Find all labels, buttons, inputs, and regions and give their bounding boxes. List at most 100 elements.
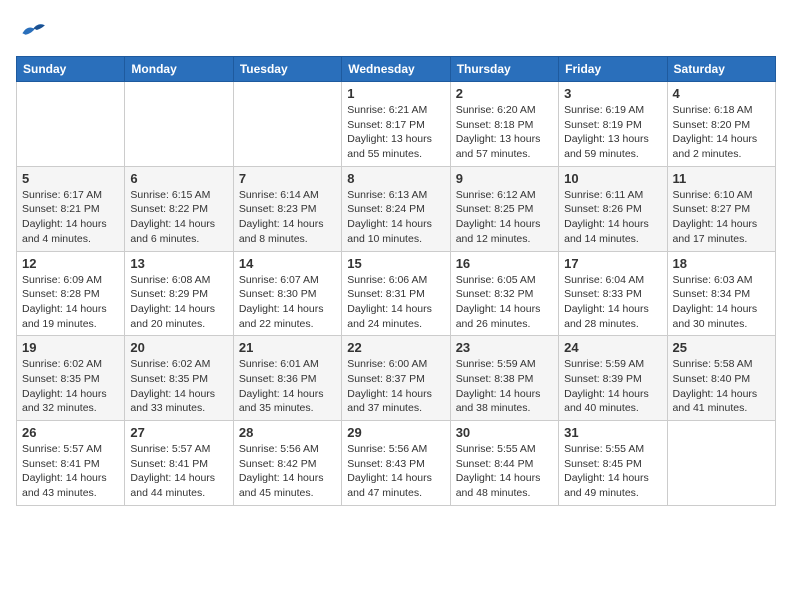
day-number: 31 xyxy=(564,425,661,440)
day-info: Sunrise: 6:09 AMSunset: 8:28 PMDaylight:… xyxy=(22,273,119,332)
calendar-cell: 26 Sunrise: 5:57 AMSunset: 8:41 PMDayligh… xyxy=(17,421,125,506)
calendar-cell: 30 Sunrise: 5:55 AMSunset: 8:44 PMDayligh… xyxy=(450,421,558,506)
day-number: 24 xyxy=(564,340,661,355)
calendar-header-thursday: Thursday xyxy=(450,57,558,82)
day-info: Sunrise: 6:07 AMSunset: 8:30 PMDaylight:… xyxy=(239,273,336,332)
calendar-cell: 1Sunrise: 6:21 AMSunset: 8:17 PMDaylight… xyxy=(342,82,450,167)
day-number: 25 xyxy=(673,340,770,355)
day-number: 26 xyxy=(22,425,119,440)
calendar-cell xyxy=(125,82,233,167)
day-info: Sunrise: 6:20 AMSunset: 8:18 PMDaylight:… xyxy=(456,103,553,162)
calendar-cell: 19Sunrise: 6:02 AMSunset: 8:35 PMDayligh… xyxy=(17,336,125,421)
calendar-table: SundayMondayTuesdayWednesdayThursdayFrid… xyxy=(16,56,776,506)
day-info: Sunrise: 6:00 AMSunset: 8:37 PMDaylight:… xyxy=(347,357,444,416)
day-number: 18 xyxy=(673,256,770,271)
day-info: Sunrise: 5:55 AMSunset: 8:44 PMDaylight:… xyxy=(456,442,553,501)
calendar-cell: 12 Sunrise: 6:09 AMSunset: 8:28 PMDayligh… xyxy=(17,251,125,336)
day-number: 6 xyxy=(130,171,227,186)
day-info: Sunrise: 6:03 AMSunset: 8:34 PMDaylight:… xyxy=(673,273,770,332)
day-number: 15 xyxy=(347,256,444,271)
calendar-week-row: 1Sunrise: 6:21 AMSunset: 8:17 PMDaylight… xyxy=(17,82,776,167)
logo-icon xyxy=(16,16,48,44)
calendar-cell: 2 Sunrise: 6:20 AMSunset: 8:18 PMDaylight… xyxy=(450,82,558,167)
day-info: Sunrise: 6:17 AMSunset: 8:21 PMDaylight:… xyxy=(22,188,119,247)
day-number: 30 xyxy=(456,425,553,440)
day-info: Sunrise: 6:18 AMSunset: 8:20 PMDaylight:… xyxy=(673,103,770,162)
day-number: 20 xyxy=(130,340,227,355)
day-info: Sunrise: 6:21 AMSunset: 8:17 PMDaylight:… xyxy=(347,103,444,162)
calendar-header-saturday: Saturday xyxy=(667,57,775,82)
day-info: Sunrise: 6:04 AMSunset: 8:33 PMDaylight:… xyxy=(564,273,661,332)
day-number: 7 xyxy=(239,171,336,186)
calendar-cell: 14 Sunrise: 6:07 AMSunset: 8:30 PMDayligh… xyxy=(233,251,341,336)
day-number: 22 xyxy=(347,340,444,355)
calendar-cell: 21 Sunrise: 6:01 AMSunset: 8:36 PMDayligh… xyxy=(233,336,341,421)
day-info: Sunrise: 5:58 AMSunset: 8:40 PMDaylight:… xyxy=(673,357,770,416)
calendar-cell: 23 Sunrise: 5:59 AMSunset: 8:38 PMDayligh… xyxy=(450,336,558,421)
day-number: 27 xyxy=(130,425,227,440)
day-info: Sunrise: 6:08 AMSunset: 8:29 PMDaylight:… xyxy=(130,273,227,332)
logo xyxy=(16,16,52,44)
day-number: 9 xyxy=(456,171,553,186)
calendar-cell: 27Sunrise: 5:57 AMSunset: 8:41 PMDayligh… xyxy=(125,421,233,506)
day-number: 13 xyxy=(130,256,227,271)
day-info: Sunrise: 6:13 AMSunset: 8:24 PMDaylight:… xyxy=(347,188,444,247)
calendar-cell: 8 Sunrise: 6:13 AMSunset: 8:24 PMDaylight… xyxy=(342,166,450,251)
calendar-cell: 16 Sunrise: 6:05 AMSunset: 8:32 PMDayligh… xyxy=(450,251,558,336)
calendar-week-row: 12 Sunrise: 6:09 AMSunset: 8:28 PMDayligh… xyxy=(17,251,776,336)
calendar-cell xyxy=(667,421,775,506)
day-number: 5 xyxy=(22,171,119,186)
calendar-cell: 5 Sunrise: 6:17 AMSunset: 8:21 PMDaylight… xyxy=(17,166,125,251)
day-info: Sunrise: 5:55 AMSunset: 8:45 PMDaylight:… xyxy=(564,442,661,501)
calendar-header-monday: Monday xyxy=(125,57,233,82)
day-number: 16 xyxy=(456,256,553,271)
calendar-cell: 29Sunrise: 5:56 AMSunset: 8:43 PMDayligh… xyxy=(342,421,450,506)
day-info: Sunrise: 5:57 AMSunset: 8:41 PMDaylight:… xyxy=(22,442,119,501)
calendar-week-row: 5 Sunrise: 6:17 AMSunset: 8:21 PMDaylight… xyxy=(17,166,776,251)
page-header xyxy=(16,16,776,44)
day-info: Sunrise: 6:05 AMSunset: 8:32 PMDaylight:… xyxy=(456,273,553,332)
calendar-cell: 11 Sunrise: 6:10 AMSunset: 8:27 PMDayligh… xyxy=(667,166,775,251)
day-info: Sunrise: 6:02 AMSunset: 8:35 PMDaylight:… xyxy=(22,357,119,416)
day-number: 12 xyxy=(22,256,119,271)
day-info: Sunrise: 6:15 AMSunset: 8:22 PMDaylight:… xyxy=(130,188,227,247)
day-number: 11 xyxy=(673,171,770,186)
calendar-week-row: 19Sunrise: 6:02 AMSunset: 8:35 PMDayligh… xyxy=(17,336,776,421)
calendar-cell: 6 Sunrise: 6:15 AMSunset: 8:22 PMDaylight… xyxy=(125,166,233,251)
day-number: 8 xyxy=(347,171,444,186)
calendar-header-friday: Friday xyxy=(559,57,667,82)
calendar-cell: 10 Sunrise: 6:11 AMSunset: 8:26 PMDayligh… xyxy=(559,166,667,251)
day-number: 23 xyxy=(456,340,553,355)
calendar-cell: 15 Sunrise: 6:06 AMSunset: 8:31 PMDayligh… xyxy=(342,251,450,336)
day-info: Sunrise: 6:19 AMSunset: 8:19 PMDaylight:… xyxy=(564,103,661,162)
calendar-cell: 22 Sunrise: 6:00 AMSunset: 8:37 PMDayligh… xyxy=(342,336,450,421)
calendar-cell xyxy=(233,82,341,167)
calendar-header-sunday: Sunday xyxy=(17,57,125,82)
day-number: 21 xyxy=(239,340,336,355)
day-number: 2 xyxy=(456,86,553,101)
day-info: Sunrise: 6:01 AMSunset: 8:36 PMDaylight:… xyxy=(239,357,336,416)
day-info: Sunrise: 5:59 AMSunset: 8:38 PMDaylight:… xyxy=(456,357,553,416)
calendar-cell: 28Sunrise: 5:56 AMSunset: 8:42 PMDayligh… xyxy=(233,421,341,506)
calendar-cell: 9 Sunrise: 6:12 AMSunset: 8:25 PMDaylight… xyxy=(450,166,558,251)
day-number: 17 xyxy=(564,256,661,271)
calendar-cell: 3 Sunrise: 6:19 AMSunset: 8:19 PMDaylight… xyxy=(559,82,667,167)
day-info: Sunrise: 6:10 AMSunset: 8:27 PMDaylight:… xyxy=(673,188,770,247)
day-info: Sunrise: 6:11 AMSunset: 8:26 PMDaylight:… xyxy=(564,188,661,247)
day-info: Sunrise: 6:12 AMSunset: 8:25 PMDaylight:… xyxy=(456,188,553,247)
calendar-header-tuesday: Tuesday xyxy=(233,57,341,82)
calendar-week-row: 26 Sunrise: 5:57 AMSunset: 8:41 PMDayligh… xyxy=(17,421,776,506)
calendar-cell: 31 Sunrise: 5:55 AMSunset: 8:45 PMDayligh… xyxy=(559,421,667,506)
day-number: 29 xyxy=(347,425,444,440)
day-number: 4 xyxy=(673,86,770,101)
day-number: 14 xyxy=(239,256,336,271)
day-info: Sunrise: 6:14 AMSunset: 8:23 PMDaylight:… xyxy=(239,188,336,247)
day-number: 10 xyxy=(564,171,661,186)
calendar-cell: 18 Sunrise: 6:03 AMSunset: 8:34 PMDayligh… xyxy=(667,251,775,336)
day-info: Sunrise: 5:59 AMSunset: 8:39 PMDaylight:… xyxy=(564,357,661,416)
day-number: 3 xyxy=(564,86,661,101)
calendar-cell: 25 Sunrise: 5:58 AMSunset: 8:40 PMDayligh… xyxy=(667,336,775,421)
day-number: 28 xyxy=(239,425,336,440)
calendar-cell xyxy=(17,82,125,167)
day-info: Sunrise: 6:06 AMSunset: 8:31 PMDaylight:… xyxy=(347,273,444,332)
